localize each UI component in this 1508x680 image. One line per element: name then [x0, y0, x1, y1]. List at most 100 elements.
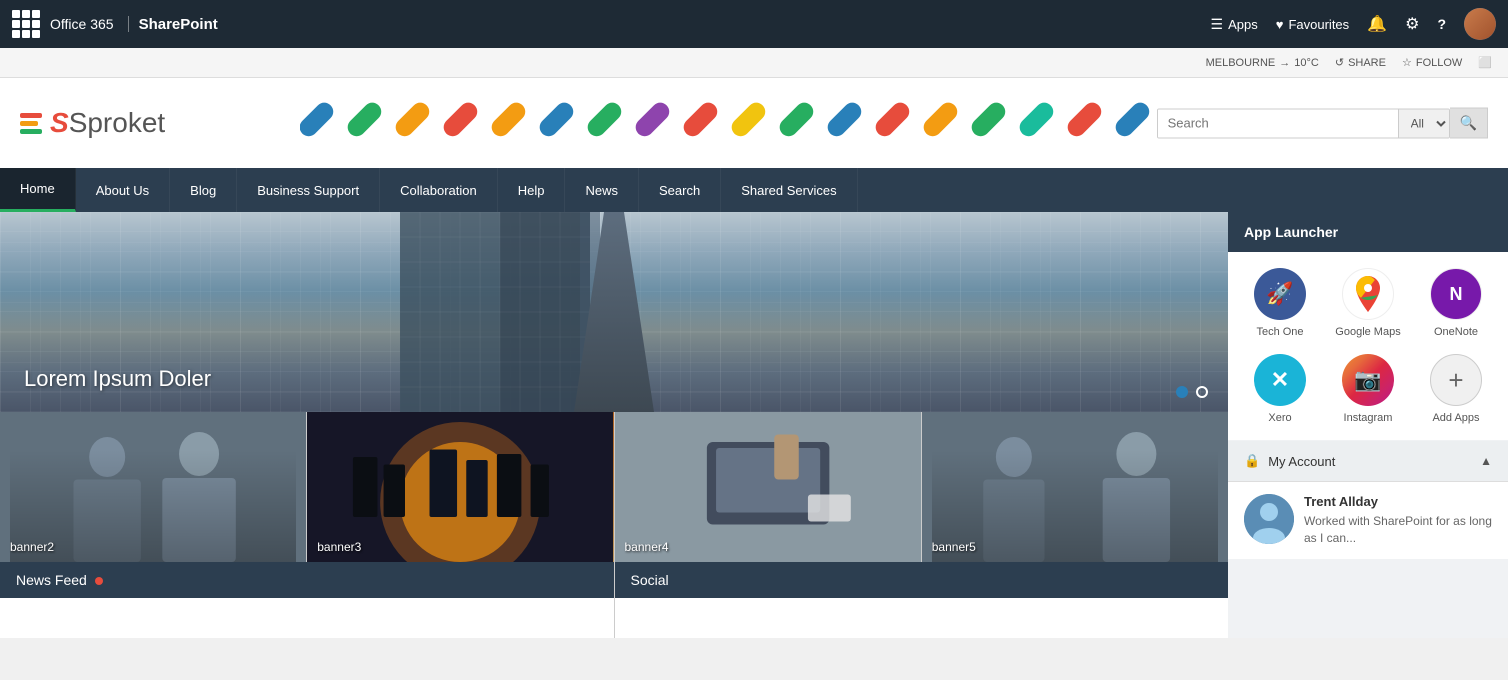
user-desc: Worked with SharePoint for as long as I … — [1304, 513, 1492, 547]
heart-icon: ♥ — [1276, 17, 1284, 32]
hero-dot-2[interactable] — [1196, 386, 1208, 398]
waffle-dot — [12, 30, 20, 38]
apps-button[interactable]: ☰ Apps — [1211, 16, 1258, 33]
my-account-header[interactable]: 🔒 My Account ▲ — [1228, 441, 1508, 482]
banner-item-5[interactable]: banner5 — [922, 412, 1228, 562]
app-item-googlemaps[interactable]: Google Maps — [1332, 268, 1404, 338]
banner-item-4[interactable]: banner4 — [615, 412, 921, 562]
app-launcher-title: App Launcher — [1244, 224, 1338, 240]
bell-icon[interactable]: 🔔 — [1367, 14, 1387, 34]
share-label: SHARE — [1348, 57, 1386, 69]
nav-item-blog[interactable]: Blog — [170, 168, 237, 212]
nav-bar: Home About Us Blog Business Support Coll… — [0, 168, 1508, 212]
app-item-xero[interactable]: ✕ Xero — [1244, 354, 1316, 424]
tech-one-icon: 🚀 — [1254, 268, 1306, 320]
waffle-dot — [32, 20, 40, 28]
header-stripes — [300, 78, 1168, 168]
banner5-label: banner5 — [932, 540, 976, 554]
main-area: Lorem Ipsum Doler banner2 — [0, 212, 1508, 638]
app-item-onenote[interactable]: N OneNote — [1420, 268, 1492, 338]
social-header: Social — [615, 562, 1229, 598]
top-bar: Office 365 SharePoint ☰ Apps ♥ Favourite… — [0, 0, 1508, 48]
arrow-icon: → — [1279, 57, 1290, 69]
search-button[interactable]: 🔍 — [1450, 108, 1488, 139]
top-bar-right: ☰ Apps ♥ Favourites 🔔 ⚙ ? — [1211, 8, 1496, 40]
logo-bar-red — [20, 113, 42, 118]
nav-item-shared-services[interactable]: Shared Services — [721, 168, 857, 212]
chevron-up-icon: ▲ — [1480, 454, 1492, 468]
waffle-dot — [22, 30, 30, 38]
nav-item-news[interactable]: News — [565, 168, 639, 212]
search-scope-select[interactable]: All — [1398, 109, 1449, 137]
social-content — [615, 598, 1229, 638]
expand-item[interactable]: ⬜ — [1478, 56, 1492, 69]
app-item-instagram[interactable]: 📷 Instagram — [1332, 354, 1404, 424]
share-refresh-icon: ↺ — [1335, 56, 1344, 69]
logo-area[interactable]: SSproket — [20, 107, 165, 139]
follow-item[interactable]: ☆ FOLLOW — [1402, 56, 1462, 69]
breadcrumb-bar: MELBOURNE → 10°C ↺ SHARE ☆ FOLLOW ⬜ — [0, 48, 1508, 78]
googlemaps-label: Google Maps — [1335, 326, 1400, 338]
instagram-icon: 📷 — [1342, 354, 1394, 406]
news-feed-content — [0, 598, 614, 638]
hero-dot-1[interactable] — [1176, 386, 1188, 398]
techone-label: Tech One — [1256, 326, 1303, 338]
gear-icon[interactable]: ⚙ — [1405, 14, 1419, 34]
help-icon[interactable]: ? — [1437, 16, 1446, 32]
nav-item-home[interactable]: Home — [0, 168, 76, 212]
nav-item-search[interactable]: Search — [639, 168, 721, 212]
news-feed-section: News Feed — [0, 562, 614, 638]
star-icon: ☆ — [1402, 56, 1412, 69]
share-item[interactable]: ↺ SHARE — [1335, 56, 1386, 69]
section-row: News Feed Social — [0, 562, 1228, 638]
my-account-section: 🔒 My Account ▲ Trent Allday Worked with … — [1228, 441, 1508, 559]
social-section: Social — [615, 562, 1229, 638]
news-feed-header: News Feed — [0, 562, 614, 598]
app-item-addapps[interactable]: + Add Apps — [1420, 354, 1492, 424]
logo-bars — [20, 113, 42, 134]
site-header: SSproket All 🔍 — [0, 78, 1508, 168]
waffle-icon[interactable] — [12, 10, 40, 38]
waffle-dot — [22, 10, 30, 18]
banner2-label: banner2 — [10, 540, 54, 554]
banner4-label: banner4 — [625, 540, 669, 554]
hero-dots — [1176, 386, 1208, 398]
nav-item-collaboration[interactable]: Collaboration — [380, 168, 498, 212]
user-avatar — [1244, 494, 1294, 544]
my-account-label: My Account — [1268, 454, 1335, 469]
avatar[interactable] — [1464, 8, 1496, 40]
hero-banner: Lorem Ipsum Doler — [0, 212, 1228, 412]
hero-text: Lorem Ipsum Doler — [24, 366, 211, 392]
waffle-dot — [32, 30, 40, 38]
my-account-title: 🔒 My Account — [1244, 453, 1335, 469]
banner-item-2[interactable]: banner2 — [0, 412, 306, 562]
xero-label: Xero — [1268, 412, 1291, 424]
search-input-wrap: All — [1157, 108, 1450, 138]
banner-item-3[interactable]: banner3 — [307, 412, 613, 562]
instagram-label: Instagram — [1344, 412, 1393, 424]
onenote-label: OneNote — [1434, 326, 1478, 338]
favourites-button[interactable]: ♥ Favourites — [1276, 17, 1349, 32]
onenote-icon: N — [1430, 268, 1482, 320]
top-bar-left: Office 365 SharePoint — [12, 10, 1203, 38]
nav-item-business-support[interactable]: Business Support — [237, 168, 380, 212]
follow-label: FOLLOW — [1416, 57, 1462, 69]
office365-label[interactable]: Office 365 — [50, 16, 129, 32]
sharepoint-label[interactable]: SharePoint — [139, 16, 218, 33]
content-area: Lorem Ipsum Doler banner2 — [0, 212, 1228, 638]
social-title: Social — [631, 572, 669, 588]
nav-item-help[interactable]: Help — [498, 168, 566, 212]
nav-item-about-us[interactable]: About Us — [76, 168, 170, 212]
news-feed-dot — [95, 577, 103, 585]
location-text: MELBOURNE — [1206, 57, 1276, 69]
add-apps-icon: + — [1430, 354, 1482, 406]
lock-icon: 🔒 — [1244, 453, 1260, 469]
search-input[interactable] — [1158, 109, 1398, 137]
waffle-dot — [22, 20, 30, 28]
temperature-text: 10°C — [1294, 57, 1319, 69]
app-item-techone[interactable]: 🚀 Tech One — [1244, 268, 1316, 338]
app-launcher-section: App Launcher 🚀 Tech One — [1228, 212, 1508, 440]
waffle-dot — [12, 20, 20, 28]
google-maps-icon — [1342, 268, 1394, 320]
waffle-dot — [12, 10, 20, 18]
